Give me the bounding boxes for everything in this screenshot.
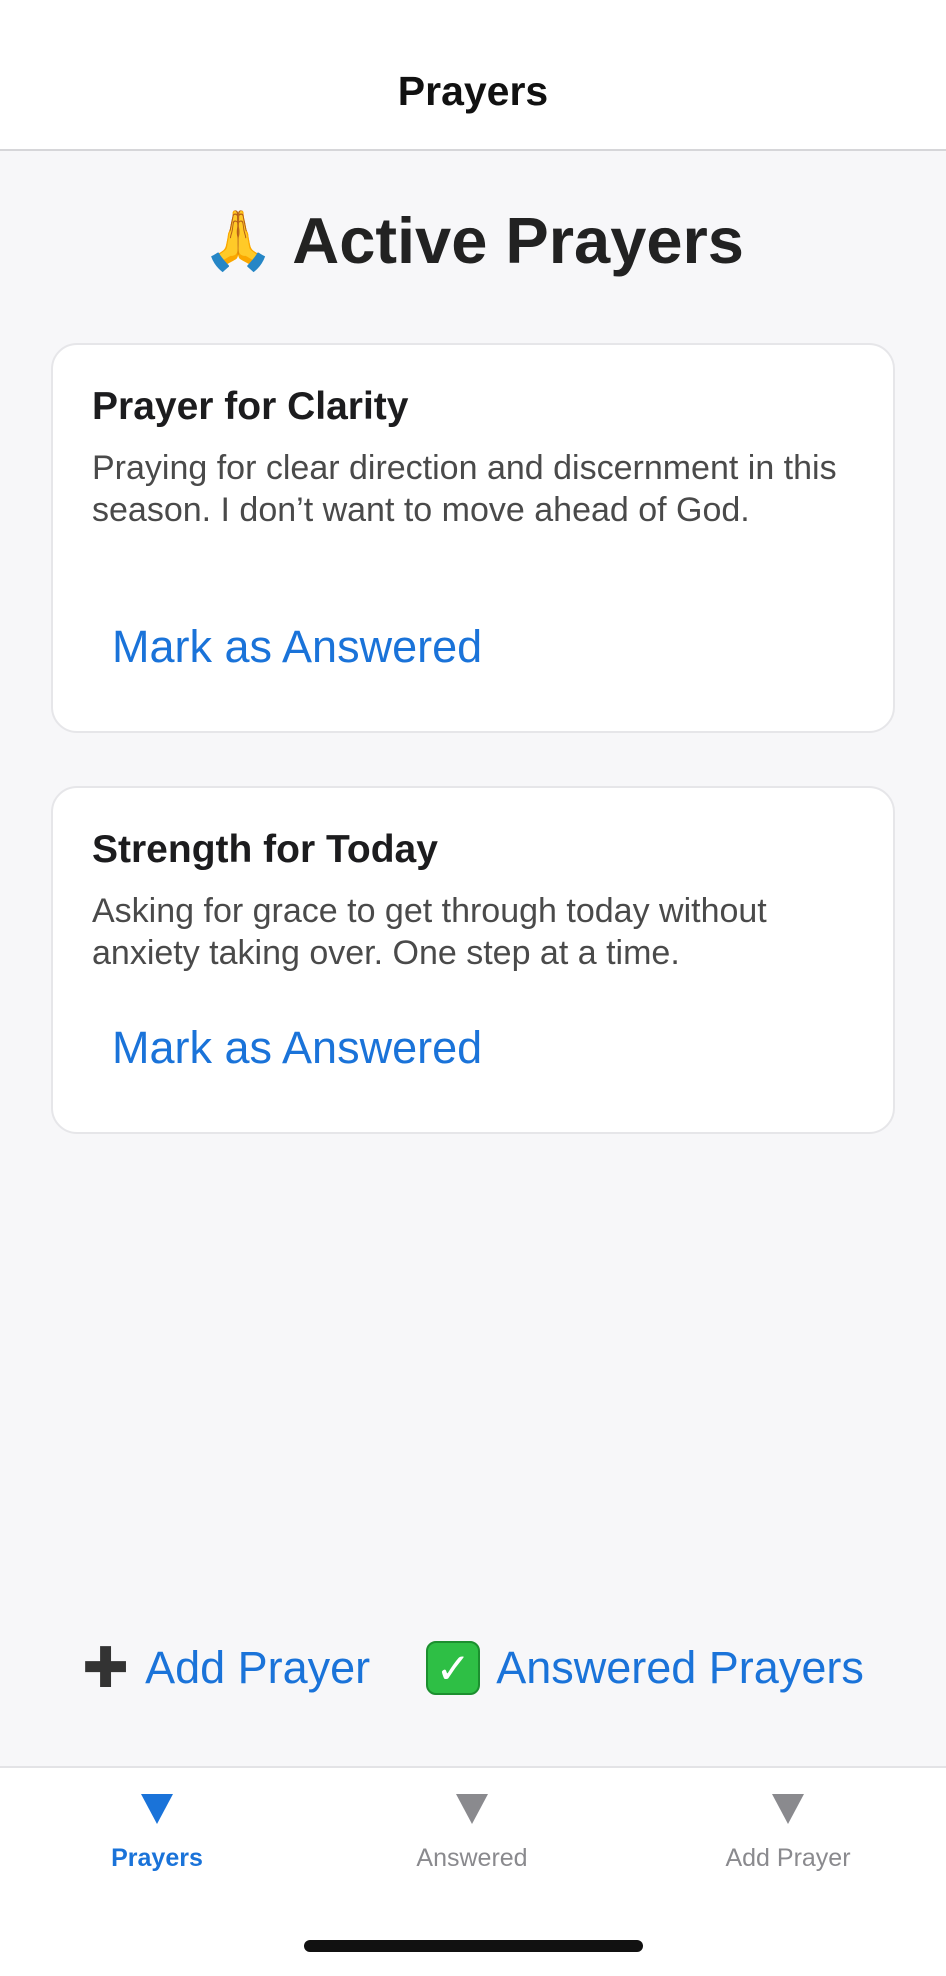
prayer-card: Strength for Today Asking for grace to g… — [51, 786, 895, 1134]
tab-add-prayer[interactable]: Add Prayer — [668, 1794, 908, 1873]
add-prayer-label: Add Prayer — [145, 1642, 371, 1693]
page-heading-text: Active Prayers — [292, 204, 744, 277]
mark-as-answered-button[interactable]: Mark as Answered — [112, 621, 482, 673]
answered-prayers-label: Answered Prayers — [496, 1642, 864, 1693]
tab-label: Add Prayer — [725, 1844, 851, 1872]
answered-prayers-button[interactable]: ✓ Answered Prayers — [426, 1640, 864, 1696]
triangle-down-icon — [456, 1794, 488, 1824]
navigation-bar: Prayers — [0, 0, 946, 151]
triangle-down-icon — [772, 1794, 804, 1824]
triangle-down-icon — [141, 1794, 173, 1824]
page-heading: 🙏 Active Prayers — [0, 203, 946, 278]
tab-answered[interactable]: Answered — [352, 1794, 592, 1873]
plus-icon: ✚ — [82, 1636, 130, 1699]
home-indicator[interactable] — [304, 1940, 643, 1952]
prayer-card: Prayer for Clarity Praying for clear dir… — [51, 343, 895, 733]
prayer-title: Prayer for Clarity — [92, 385, 409, 428]
add-prayer-button[interactable]: ✚ Add Prayer — [82, 1640, 370, 1696]
screen: Prayers 🙏 Active Prayers Prayer for Clar… — [0, 0, 946, 1976]
tab-label: Answered — [416, 1844, 528, 1872]
tab-label: Prayers — [111, 1844, 203, 1872]
tab-prayers[interactable]: Prayers — [37, 1794, 277, 1873]
nav-title: Prayers — [397, 68, 549, 114]
prayer-text: Asking for grace to get through today wi… — [92, 892, 767, 972]
praying-hands-icon: 🙏 — [202, 207, 275, 273]
prayer-title: Strength for Today — [92, 828, 438, 871]
prayer-text: Praying for clear direction and discernm… — [92, 449, 837, 529]
check-mark-icon: ✓ — [426, 1641, 481, 1695]
bottom-actions: ✚ Add Prayer ✓ Answered Prayers — [0, 1640, 946, 1696]
mark-as-answered-button[interactable]: Mark as Answered — [112, 1022, 482, 1074]
